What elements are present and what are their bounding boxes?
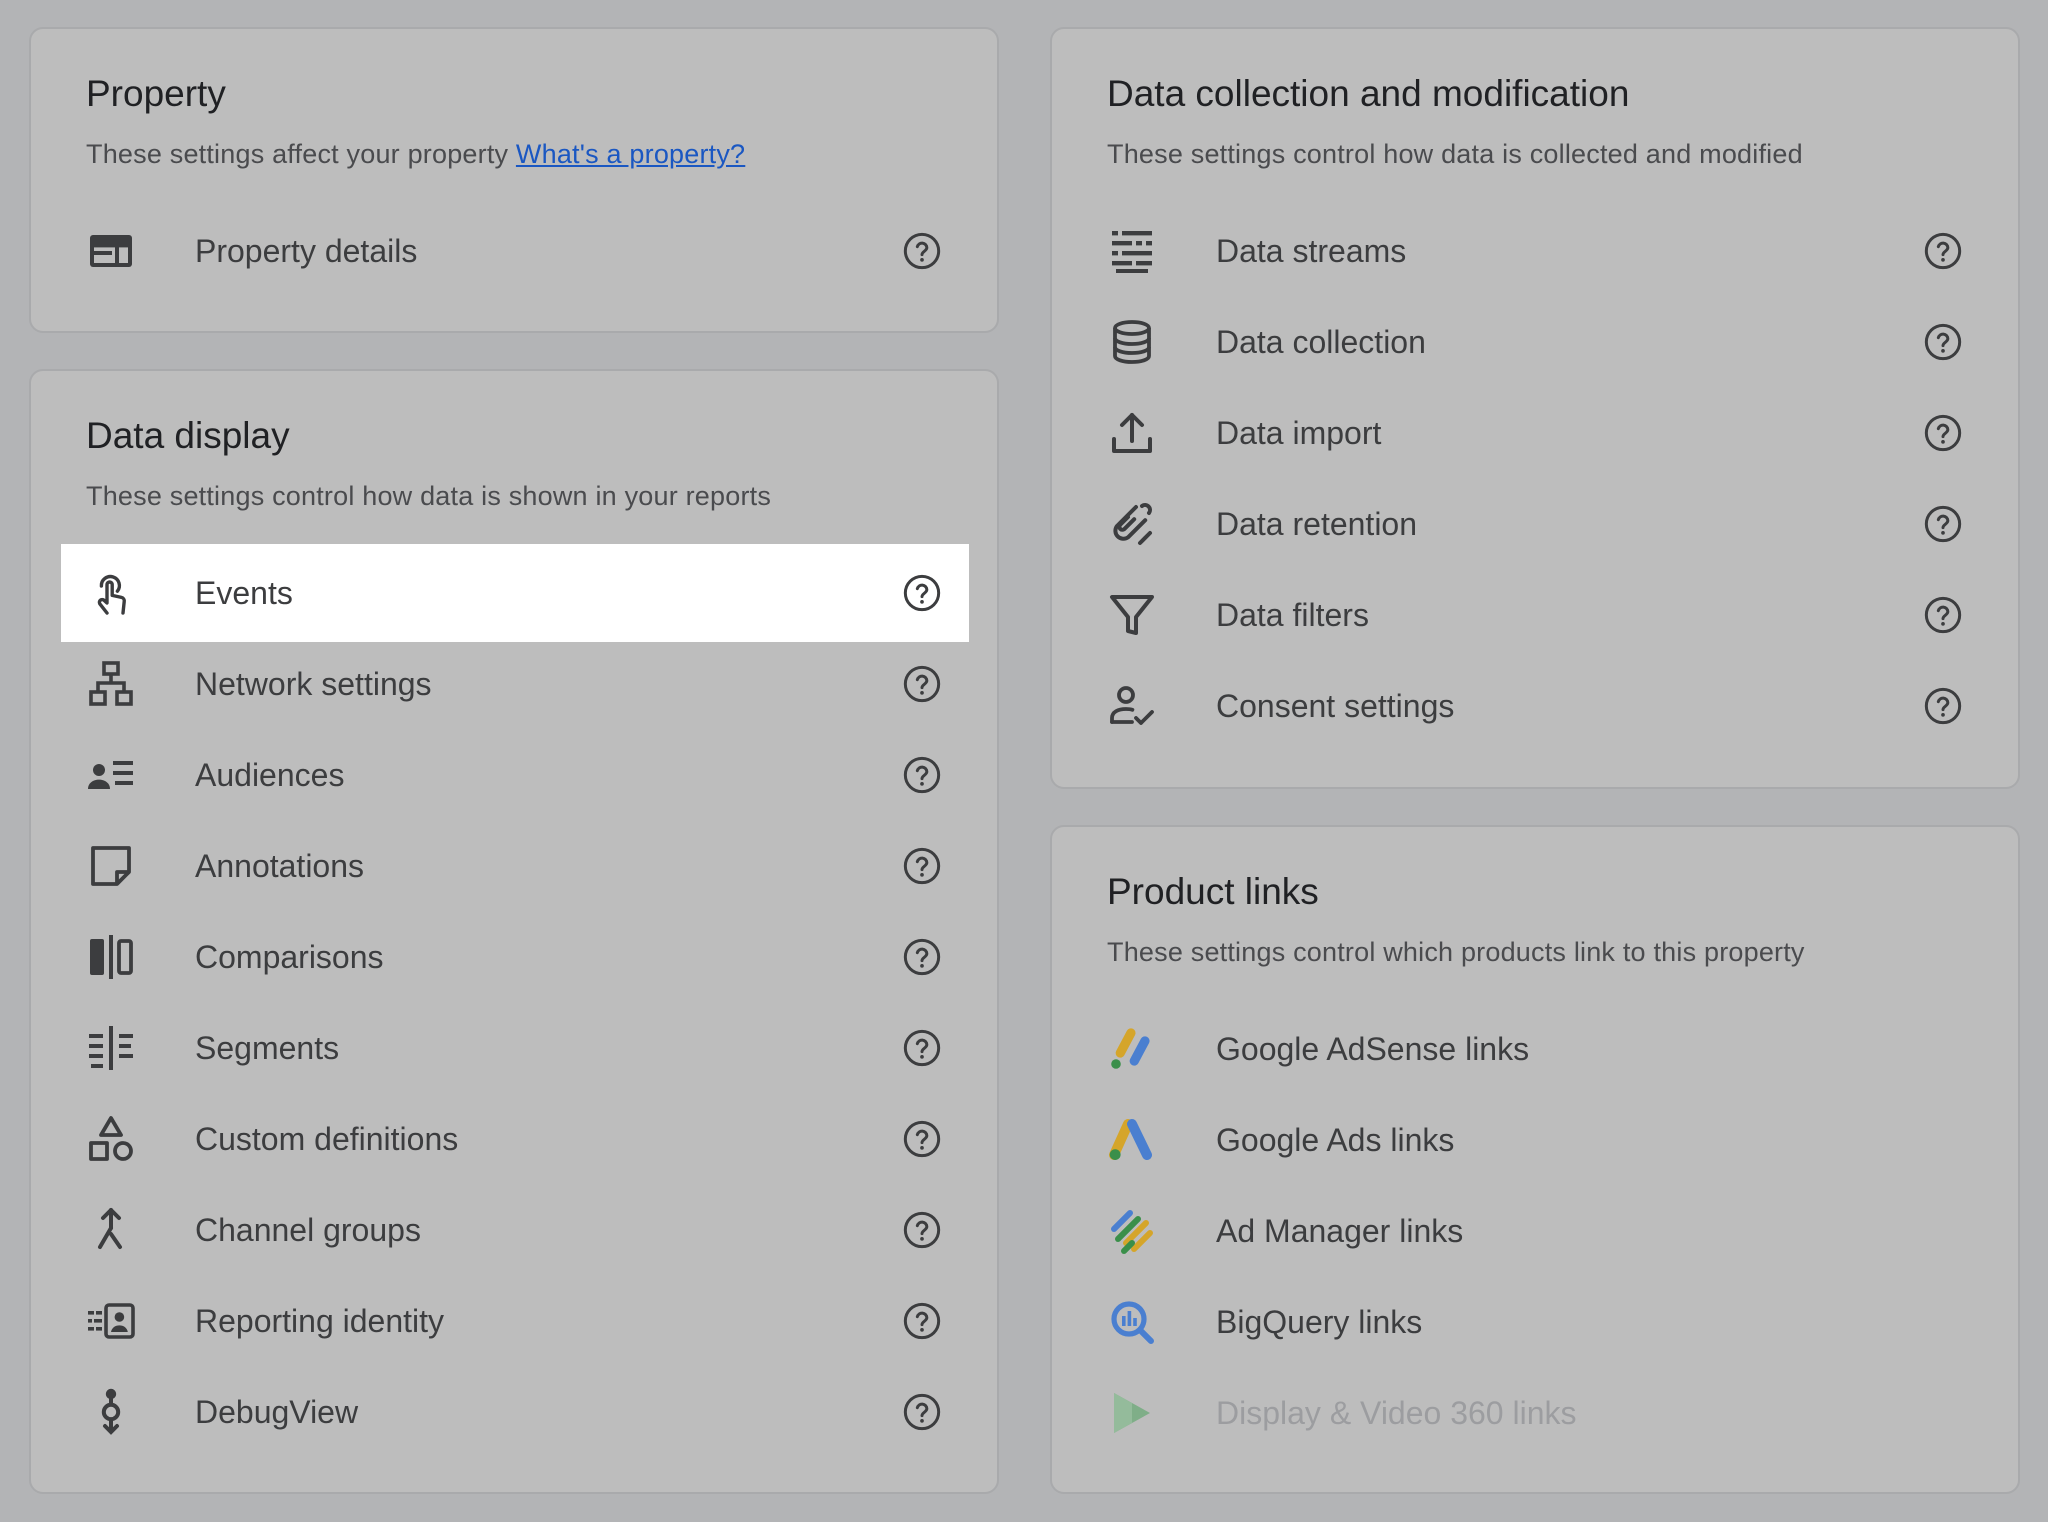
row-label: Ad Manager links	[1216, 1213, 1464, 1249]
debugview-row[interactable]: DebugView	[61, 1363, 969, 1461]
property-card: Property These settings affect your prop…	[29, 27, 999, 333]
debug-icon	[86, 1387, 136, 1437]
row-label: Data import	[1216, 415, 1382, 451]
row-label: Property details	[195, 233, 418, 269]
help-icon[interactable]	[1923, 322, 1963, 362]
help-icon[interactable]	[902, 1392, 942, 1432]
help-icon[interactable]	[902, 664, 942, 704]
data-collection-card: Data collection and modification These s…	[1050, 27, 2020, 789]
segments-row[interactable]: Segments	[61, 999, 969, 1097]
annotations-row[interactable]: Annotations	[61, 817, 969, 915]
network-icon	[86, 659, 136, 709]
row-label: BigQuery links	[1216, 1304, 1423, 1340]
ad-manager-icon	[1107, 1206, 1157, 1256]
identity-icon	[86, 1296, 136, 1346]
data-filters-row[interactable]: Data filters	[1082, 566, 1990, 664]
touch-icon	[86, 568, 136, 618]
row-label: Data filters	[1216, 597, 1369, 633]
help-icon[interactable]	[1923, 413, 1963, 453]
retention-icon	[1107, 499, 1157, 549]
consent-settings-row[interactable]: Consent settings	[1082, 657, 1990, 755]
row-label: Segments	[195, 1030, 340, 1066]
bigquery-links-row[interactable]: BigQuery links	[1082, 1273, 1990, 1371]
consent-icon	[1107, 681, 1157, 731]
row-label: Data retention	[1216, 506, 1418, 542]
help-icon[interactable]	[902, 755, 942, 795]
card-title: Data display	[86, 415, 290, 456]
property-details-icon	[86, 226, 136, 276]
ad-manager-links-row[interactable]: Ad Manager links	[1082, 1182, 1990, 1280]
google-ads-icon	[1107, 1115, 1157, 1165]
card-title: Data collection and modification	[1107, 73, 1630, 114]
events-row[interactable]: Events	[61, 544, 969, 642]
row-label: Google AdSense links	[1216, 1031, 1530, 1067]
data-streams-row[interactable]: Data streams	[1082, 202, 1990, 300]
audiences-row[interactable]: Audiences	[61, 726, 969, 824]
row-label: Data collection	[1216, 324, 1426, 360]
row-label: Audiences	[195, 757, 345, 793]
row-label: Google Ads links	[1216, 1122, 1455, 1158]
merge-icon	[86, 1205, 136, 1255]
streams-icon	[1107, 226, 1157, 276]
reporting-identity-row[interactable]: Reporting identity	[61, 1272, 969, 1370]
card-subtitle: These settings control which products li…	[1107, 937, 1805, 967]
product-links-card: Product links These settings control whi…	[1050, 825, 2020, 1494]
card-title: Product links	[1107, 871, 1319, 912]
dv360-icon	[1107, 1388, 1157, 1438]
row-label: Consent settings	[1216, 688, 1455, 724]
data-import-row[interactable]: Data import	[1082, 384, 1990, 482]
row-label: Channel groups	[195, 1212, 421, 1248]
filter-icon	[1107, 590, 1157, 640]
row-label: Reporting identity	[195, 1303, 445, 1339]
help-icon[interactable]	[902, 231, 942, 271]
upload-icon	[1107, 408, 1157, 458]
card-subtitle: These settings affect your property What…	[86, 139, 745, 170]
row-label: Data streams	[1216, 233, 1407, 269]
dv360-links-row[interactable]: Display & Video 360 links	[1082, 1364, 1990, 1462]
help-icon[interactable]	[902, 1028, 942, 1068]
adsense-icon	[1107, 1024, 1157, 1074]
help-icon[interactable]	[1923, 595, 1963, 635]
help-icon[interactable]	[1923, 231, 1963, 271]
data-display-card: Data display These settings control how …	[29, 369, 999, 1494]
network-settings-row[interactable]: Network settings	[61, 635, 969, 733]
segment-icon	[86, 1023, 136, 1073]
compare-icon	[86, 932, 136, 982]
database-icon	[1107, 317, 1157, 367]
card-subtitle: These settings control how data is colle…	[1107, 139, 1803, 169]
help-icon[interactable]	[902, 937, 942, 977]
help-icon[interactable]	[902, 573, 942, 613]
row-label: Network settings	[195, 666, 432, 702]
bigquery-icon	[1107, 1297, 1157, 1347]
help-icon[interactable]	[902, 1119, 942, 1159]
sticky-note-icon	[86, 841, 136, 891]
help-icon[interactable]	[1923, 686, 1963, 726]
property-details-row[interactable]: Property details	[61, 202, 969, 300]
custom-definitions-row[interactable]: Custom definitions	[61, 1090, 969, 1188]
row-label: Custom definitions	[195, 1121, 459, 1157]
card-subtitle: These settings control how data is shown…	[86, 481, 772, 511]
audience-icon	[86, 750, 136, 800]
adsense-links-row[interactable]: Google AdSense links	[1082, 1000, 1990, 1098]
google-ads-links-row[interactable]: Google Ads links	[1082, 1091, 1990, 1189]
data-collection-row[interactable]: Data collection	[1082, 293, 1990, 391]
row-label: DebugView	[195, 1394, 359, 1430]
comparisons-row[interactable]: Comparisons	[61, 908, 969, 1006]
data-retention-row[interactable]: Data retention	[1082, 475, 1990, 573]
card-title: Property	[86, 73, 226, 114]
row-label: Display & Video 360 links	[1216, 1395, 1577, 1431]
row-label: Events	[195, 575, 293, 611]
row-label: Comparisons	[195, 939, 384, 975]
help-icon[interactable]	[902, 1210, 942, 1250]
row-label: Annotations	[195, 848, 365, 884]
shapes-icon	[86, 1114, 136, 1164]
help-icon[interactable]	[1923, 504, 1963, 544]
help-icon[interactable]	[902, 1301, 942, 1341]
whats-a-property-link[interactable]: What's a property?	[516, 139, 745, 169]
card-subtitle-text: These settings affect your property	[86, 139, 509, 169]
help-icon[interactable]	[902, 846, 942, 886]
channel-groups-row[interactable]: Channel groups	[61, 1181, 969, 1279]
